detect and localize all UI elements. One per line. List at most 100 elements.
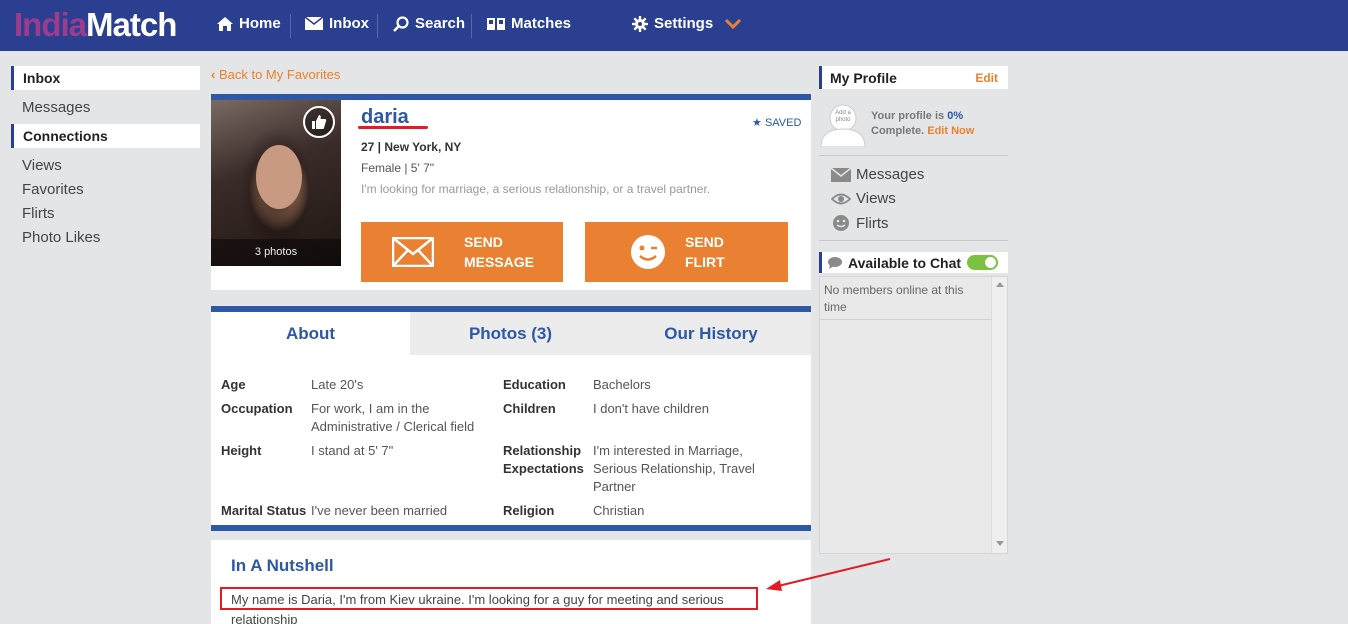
gender-height: Female | 5' 7" [361,161,435,175]
detail-value-relationship-2: Serious Relationship, Travel [593,461,755,476]
envelope-icon [305,17,323,30]
eye-icon [831,193,851,204]
envelope-icon [831,167,851,182]
back-to-favorites-link[interactable]: ‹ Back to My Favorites [211,67,340,82]
envelope-icon [392,237,434,267]
detail-value-relationship-3: Partner [593,479,636,494]
logo-india: India [14,6,87,43]
toggle-knob [985,257,996,268]
right-link-views[interactable]: Views [831,190,896,207]
smiley-icon [833,215,849,231]
saved-indicator[interactable]: ★ SAVED [752,116,801,129]
chat-header: Available to Chat [819,252,1008,273]
thumbs-up-icon[interactable] [303,106,335,138]
chat-bubble-icon [828,257,842,269]
nav-home[interactable]: Home [217,15,281,32]
nav-matches[interactable]: Matches [487,15,571,32]
chevron-left-icon: ‹ [211,67,216,82]
detail-value-occupation-1: For work, I am in the [311,401,430,416]
nav-search[interactable]: Search [393,15,465,32]
looking-for: I'm looking for marriage, a serious rela… [361,182,711,196]
sidebar-item-flirts[interactable]: Flirts [22,205,55,222]
avatar-placeholder[interactable] [819,101,867,148]
tab-our-history[interactable]: Our History [611,312,811,355]
indiamatch-logo[interactable]: IndiaMatch [14,6,177,44]
send-message-button[interactable]: SEND MESSAGE [361,222,563,282]
nav-divider [377,14,378,38]
sidebar-item-views[interactable]: Views [22,157,62,174]
detail-label-height: Height [221,443,262,458]
star-icon: ★ [752,117,762,129]
nutshell-section: In A Nutshell My name is Daria, I'm from… [211,540,811,624]
right-link-messages[interactable]: Messages [831,166,924,183]
send-flirt-button[interactable]: SEND FLIRT [585,222,788,282]
chat-members-list: No members online at this time [819,276,1008,554]
inbox-section-header[interactable]: Inbox [11,66,200,90]
detail-label-education: Education [503,377,566,392]
nav-settings-label: Settings [654,15,714,32]
nutshell-line-2: relationship [231,612,298,624]
detail-value-children: I don't have children [593,401,709,416]
detail-value-marital: I've never been married [311,503,448,518]
photo-count[interactable]: 3 photos [211,239,341,266]
detail-label-occupation: Occupation [221,401,293,416]
saved-label: SAVED [764,117,802,129]
nav-inbox[interactable]: Inbox [305,15,369,32]
annotation-highlight-box [220,587,758,610]
edit-profile-link[interactable]: Edit [975,71,998,85]
connections-section-header[interactable]: Connections [11,124,200,148]
top-nav-bar: IndiaMatch Home Inbox Search Matches Set… [0,0,1348,51]
nav-home-label: Home [239,15,281,32]
scroll-up-arrow-icon[interactable] [996,282,1004,287]
completion-percent: 0% [947,110,964,122]
detail-label-age: Age [221,377,246,392]
send-flirt-line1: SEND [685,234,724,250]
detail-value-relationship-1: I'm interested in Marriage, [593,443,743,458]
sidebar-item-messages[interactable]: Messages [22,99,90,116]
my-profile-header: My Profile Edit [819,66,1008,89]
profile-details-card: About Photos (3) Our History Age Late 20… [211,306,811,531]
send-message-line1: SEND [464,234,503,250]
chat-availability-toggle[interactable] [967,255,998,270]
completion-text-1: Your profile is [871,110,948,122]
detail-label-religion: Religion [503,503,555,518]
list-divider [820,319,992,320]
search-icon [393,15,409,32]
scroll-down-arrow-icon[interactable] [996,541,1004,546]
nav-divider [471,14,472,38]
nav-matches-label: Matches [511,15,572,32]
home-icon [217,16,233,31]
logo-match: Match [86,6,177,43]
annotation-arrow [766,558,891,591]
nav-search-label: Search [415,15,466,32]
sidebar-item-photo-likes[interactable]: Photo Likes [22,229,100,246]
my-profile-title: My Profile [830,70,897,86]
right-link-flirts[interactable]: Flirts [831,214,889,232]
divider [819,155,1008,156]
right-link-flirts-label: Flirts [856,214,889,232]
divider [819,240,1008,241]
nav-settings[interactable]: Settings [632,15,742,32]
detail-value-education: Bachelors [593,377,651,392]
detail-value-age: Late 20's [311,377,364,392]
matches-icon [487,17,505,30]
sidebar-item-favorites[interactable]: Favorites [22,181,84,198]
tab-photos[interactable]: Photos (3) [410,312,611,355]
chevron-down-icon [725,18,742,29]
detail-value-religion: Christian [593,503,645,518]
chat-scrollbar[interactable] [991,277,1007,553]
detail-value-height: I stand at 5' 7" [311,443,394,458]
back-link-label: Back to My Favorites [218,67,341,82]
completion-text-2: Complete. [871,125,928,137]
send-flirt-line2: FLIRT [685,254,725,270]
tab-about[interactable]: About [211,312,410,355]
right-link-views-label: Views [856,190,896,207]
profile-card: 3 photos daria ★ SAVED 27 | New York, NY… [211,94,811,290]
detail-label-relationship-1: Relationship [503,443,582,458]
photo-face [256,145,302,209]
detail-label-relationship-2: Expectations [503,461,584,476]
profile-photo[interactable]: 3 photos [211,100,341,266]
detail-value-occupation-2: Administrative / Clerical field [311,419,475,434]
edit-now-link[interactable]: Edit Now [927,125,974,137]
no-members-message: No members online at this time [824,283,964,314]
